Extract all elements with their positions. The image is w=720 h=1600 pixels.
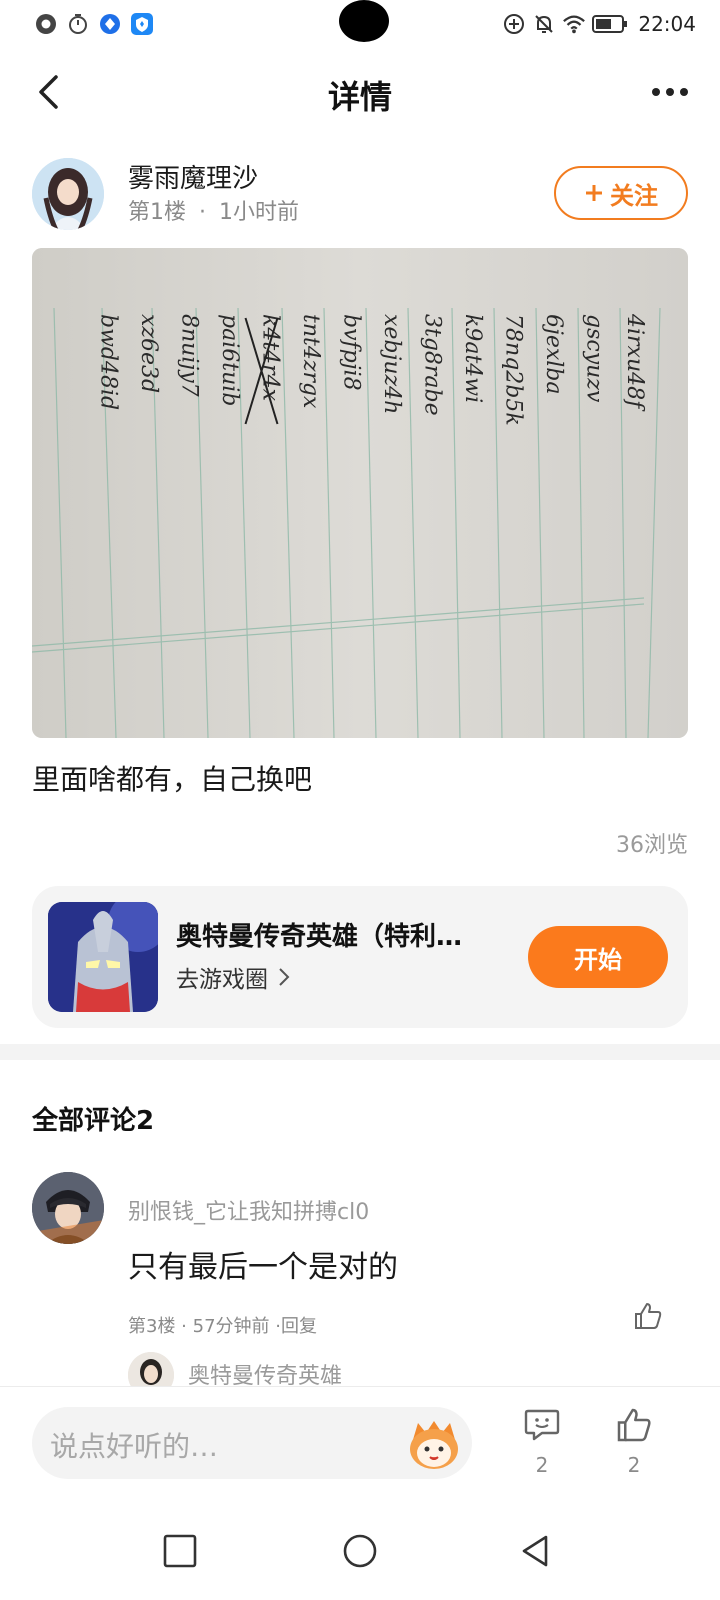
handwritten-line: tnt4zrgx bbox=[298, 314, 323, 409]
comment-input-placeholder: 说点好听的… bbox=[50, 1430, 219, 1463]
comment-bubble-icon bbox=[524, 1409, 560, 1441]
handwritten-line: k9at4wi bbox=[460, 314, 485, 403]
comment-meta[interactable]: 第3楼 · 57分钟前 ·回复 bbox=[128, 1312, 317, 1338]
square-icon bbox=[163, 1534, 197, 1568]
post-photo[interactable]: 4irxu48f gscyuzv 6jexlba 78nq2b5k k9at4wi 3tg… bbox=[32, 248, 688, 738]
more-options-button[interactable] bbox=[646, 78, 694, 106]
status-right-icons: 22:04 bbox=[502, 12, 696, 36]
handwritten-line: 8nuijy7 bbox=[177, 314, 202, 397]
handwritten-line: bvfpji8 bbox=[339, 314, 364, 391]
camera-cutout bbox=[339, 0, 389, 42]
like-count: 2 bbox=[627, 1453, 641, 1477]
meta-separator: · bbox=[199, 200, 206, 225]
post-body-text: 里面啥都有，自己换吧 bbox=[32, 763, 313, 796]
triangle-back-icon bbox=[522, 1535, 548, 1567]
recents-button[interactable] bbox=[155, 1526, 205, 1576]
more-dots-icon bbox=[652, 88, 660, 96]
status-bar: 22:04 bbox=[0, 0, 720, 52]
chevron-right-icon bbox=[279, 968, 290, 986]
post-time: 1小时前 bbox=[219, 200, 299, 225]
battery-icon bbox=[592, 12, 628, 36]
comment-input[interactable]: 说点好听的… bbox=[32, 1407, 472, 1479]
plus-icon bbox=[586, 185, 602, 201]
view-count: 36浏览 bbox=[616, 833, 688, 858]
game-circle-link[interactable]: 去游戏圈 bbox=[176, 960, 290, 994]
handwritten-line: gscyuzv bbox=[582, 314, 607, 403]
commenter-avatar[interactable] bbox=[32, 1172, 104, 1244]
handwritten-line: xebjuz4h bbox=[379, 314, 404, 414]
mascot-emoji-icon[interactable] bbox=[404, 1413, 464, 1473]
commenter-name[interactable]: 别恨钱_它让我知拼搏cl0 bbox=[128, 1194, 369, 1226]
system-nav-bar bbox=[0, 1502, 720, 1600]
handwritten-line: bwd48id bbox=[96, 314, 121, 410]
status-left-icons bbox=[34, 12, 154, 36]
like-count-button[interactable]: 2 bbox=[604, 1405, 664, 1489]
circle-icon bbox=[343, 1534, 377, 1568]
author-name[interactable]: 雾雨魔理沙 bbox=[128, 158, 258, 195]
handwritten-line: 4irxu48f bbox=[622, 313, 647, 412]
thumbs-up-icon bbox=[617, 1408, 651, 1442]
game-name: 奥特曼传奇英雄（特利… bbox=[176, 922, 463, 952]
author-avatar[interactable] bbox=[32, 158, 104, 230]
stopwatch-icon bbox=[66, 12, 90, 36]
comments-title: 全部评论2 bbox=[32, 1106, 155, 1136]
handwritten-line: 3tg8rabe bbox=[420, 314, 445, 416]
home-button[interactable] bbox=[335, 1526, 385, 1576]
handwritten-line: 78nq2b5k bbox=[501, 314, 526, 426]
section-divider bbox=[0, 1044, 720, 1060]
game-circle-label: 去游戏圈 bbox=[176, 967, 268, 993]
handwritten-line: pai6tuib bbox=[217, 314, 242, 406]
follow-label: 关注 bbox=[610, 181, 658, 210]
back-nav-button[interactable] bbox=[510, 1526, 560, 1576]
post-meta: 第1楼 · 1小时前 bbox=[128, 194, 299, 226]
game-icon bbox=[48, 902, 158, 1012]
handwritten-line: xz6e3d bbox=[136, 314, 161, 393]
follow-button[interactable]: 关注 bbox=[554, 166, 688, 220]
wifi-icon bbox=[562, 12, 586, 36]
post-author: 雾雨魔理沙 第1楼 · 1小时前 关注 bbox=[32, 158, 688, 230]
bell-off-icon bbox=[532, 12, 556, 36]
comment-text: 只有最后一个是对的 bbox=[128, 1250, 398, 1285]
clock-time: 22:04 bbox=[638, 12, 696, 36]
chat-bubble-icon bbox=[34, 12, 58, 36]
page-title: 详情 bbox=[327, 78, 392, 116]
page-header: 详情 bbox=[0, 56, 720, 128]
comment-count-button[interactable]: 2 bbox=[512, 1405, 572, 1489]
app-badge-icon bbox=[98, 12, 122, 36]
game-card[interactable]: 奥特曼传奇英雄（特利… 去游戏圈 开始 bbox=[32, 886, 688, 1028]
handwritten-line: 6jexlba bbox=[541, 314, 566, 394]
floor-label: 第1楼 bbox=[128, 200, 186, 225]
add-circle-icon bbox=[502, 12, 526, 36]
start-game-button[interactable]: 开始 bbox=[528, 926, 668, 988]
comment-count: 2 bbox=[535, 1453, 549, 1477]
app-badge-icon bbox=[130, 12, 154, 36]
comment-item: 别恨钱_它让我知拼搏cl0 只有最后一个是对的 第3楼 · 57分钟前 ·回复 … bbox=[32, 1172, 688, 1398]
handwritten-line: k4t4r4x bbox=[258, 314, 283, 402]
thumbs-up-icon bbox=[635, 1303, 662, 1329]
comment-like-button[interactable] bbox=[628, 1296, 668, 1336]
bottom-action-bar: 说点好听的… 2 2 bbox=[0, 1386, 720, 1502]
